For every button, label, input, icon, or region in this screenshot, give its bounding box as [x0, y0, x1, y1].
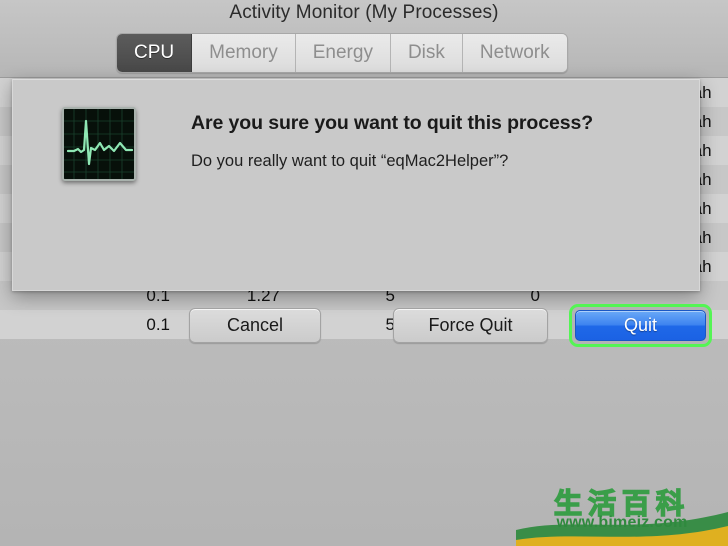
cancel-button[interactable]: Cancel [189, 308, 321, 343]
quit-confirmation-dialog: Are you sure you want to quit this proce… [12, 79, 712, 347]
force-quit-button[interactable]: Force Quit [393, 308, 548, 343]
quit-button[interactable]: Quit [575, 310, 706, 341]
cell-cpu-percent: 0.1 [146, 314, 170, 334]
window-titlebar: Activity Monitor (My Processes) CPU Memor… [0, 0, 728, 78]
dialog-message: Do you really want to quit “eqMac2Helper… [191, 152, 509, 170]
view-tab-bar[interactable]: CPU Memory Energy Disk Network [116, 33, 568, 73]
activity-monitor-ekg-icon [62, 107, 136, 181]
dialog-heading: Are you sure you want to quit this proce… [191, 112, 594, 134]
tab-network[interactable]: Network [462, 34, 567, 72]
page-title: Activity Monitor (My Processes) [229, 2, 499, 23]
tab-cpu[interactable]: CPU [117, 34, 193, 72]
tab-memory[interactable]: Memory [192, 34, 296, 72]
activity-monitor-window: Activity Monitor (My Processes) CPU Memor… [0, 0, 728, 546]
quit-button-focus-ring: Quit [569, 304, 712, 347]
tab-disk[interactable]: Disk [390, 34, 463, 72]
tab-energy[interactable]: Energy [295, 34, 391, 72]
